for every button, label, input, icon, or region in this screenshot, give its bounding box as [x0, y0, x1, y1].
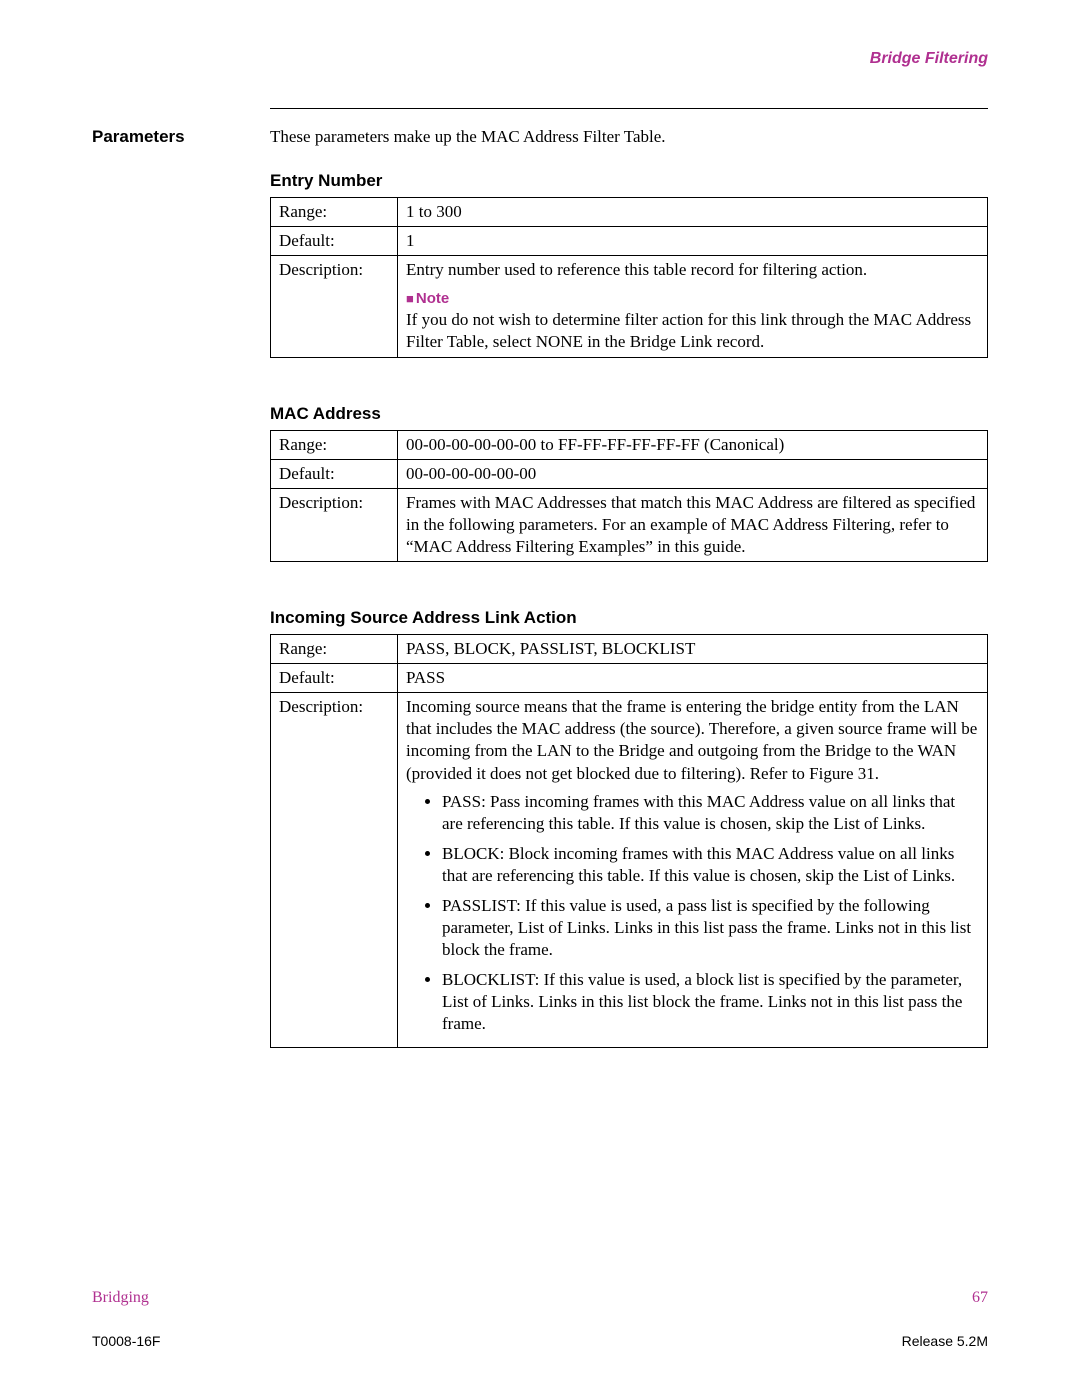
horizontal-rule — [270, 108, 988, 109]
cell-default-label: Default: — [271, 227, 398, 256]
footer-left: Bridging — [92, 1289, 149, 1307]
side-label-parameters: Parameters — [92, 127, 270, 147]
list-item: PASSLIST: If this value is used, a pass … — [442, 895, 979, 961]
table-row: Default: 1 — [271, 227, 988, 256]
section-title-mac-address: MAC Address — [270, 404, 988, 424]
cell-default-value: 00-00-00-00-00-00 — [398, 459, 988, 488]
content-area: Entry Number Range: 1 to 300 Default: 1 … — [270, 171, 988, 1048]
table-row: Range: 1 to 300 — [271, 198, 988, 227]
description-text: Incoming source means that the frame is … — [406, 697, 977, 782]
table-row: Description: Incoming source means that … — [271, 693, 988, 1047]
note-body: If you do not wish to determine filter a… — [406, 309, 979, 353]
cell-default-label: Default: — [271, 459, 398, 488]
page-number: 67 — [972, 1289, 988, 1307]
cell-range-label: Range: — [271, 430, 398, 459]
cell-range-value: 00-00-00-00-00-00 to FF-FF-FF-FF-FF-FF (… — [398, 430, 988, 459]
list-item: BLOCK: Block incoming frames with this M… — [442, 843, 979, 887]
section-title-incoming-source: Incoming Source Address Link Action — [270, 608, 988, 628]
cell-description-label: Description: — [271, 256, 398, 357]
cell-range-label: Range: — [271, 198, 398, 227]
table-row: Default: PASS — [271, 664, 988, 693]
table-mac-address: Range: 00-00-00-00-00-00 to FF-FF-FF-FF-… — [270, 430, 988, 562]
note-marker-icon: ■ — [406, 291, 414, 306]
table-row: Description: Frames with MAC Addresses t… — [271, 488, 988, 561]
table-row: Range: PASS, BLOCK, PASSLIST, BLOCKLIST — [271, 635, 988, 664]
cell-description-value: Frames with MAC Addresses that match thi… — [398, 488, 988, 561]
cell-description-value: Incoming source means that the frame is … — [398, 693, 988, 1047]
list-item: PASS: Pass incoming frames with this MAC… — [442, 791, 979, 835]
description-text: Entry number used to reference this tabl… — [406, 260, 867, 279]
intro-text: These parameters make up the MAC Address… — [270, 127, 666, 147]
cell-range-label: Range: — [271, 635, 398, 664]
cell-description-value: Entry number used to reference this tabl… — [398, 256, 988, 357]
cell-description-label: Description: — [271, 488, 398, 561]
release-number: Release 5.2M — [902, 1333, 988, 1349]
cell-description-label: Description: — [271, 693, 398, 1047]
list-item: BLOCKLIST: If this value is used, a bloc… — [442, 969, 979, 1035]
table-incoming-source: Range: PASS, BLOCK, PASSLIST, BLOCKLIST … — [270, 634, 988, 1048]
page: Bridge Filtering Parameters These parame… — [0, 0, 1080, 1397]
cell-default-value: 1 — [398, 227, 988, 256]
cell-range-value: 1 to 300 — [398, 198, 988, 227]
note-label: Note — [416, 290, 449, 307]
cell-default-value: PASS — [398, 664, 988, 693]
table-row: Description: Entry number used to refere… — [271, 256, 988, 357]
footer-secondary: T0008-16F Release 5.2M — [92, 1333, 988, 1349]
description-list: PASS: Pass incoming frames with this MAC… — [406, 791, 979, 1036]
section-title-entry-number: Entry Number — [270, 171, 988, 191]
table-entry-number: Range: 1 to 300 Default: 1 Description: … — [270, 197, 988, 358]
intro-row: Parameters These parameters make up the … — [92, 127, 988, 147]
header-title: Bridge Filtering — [92, 50, 988, 68]
table-row: Range: 00-00-00-00-00-00 to FF-FF-FF-FF-… — [271, 430, 988, 459]
cell-default-label: Default: — [271, 664, 398, 693]
footer-primary: Bridging 67 — [92, 1289, 988, 1307]
doc-number: T0008-16F — [92, 1333, 160, 1349]
cell-range-value: PASS, BLOCK, PASSLIST, BLOCKLIST — [398, 635, 988, 664]
table-row: Default: 00-00-00-00-00-00 — [271, 459, 988, 488]
